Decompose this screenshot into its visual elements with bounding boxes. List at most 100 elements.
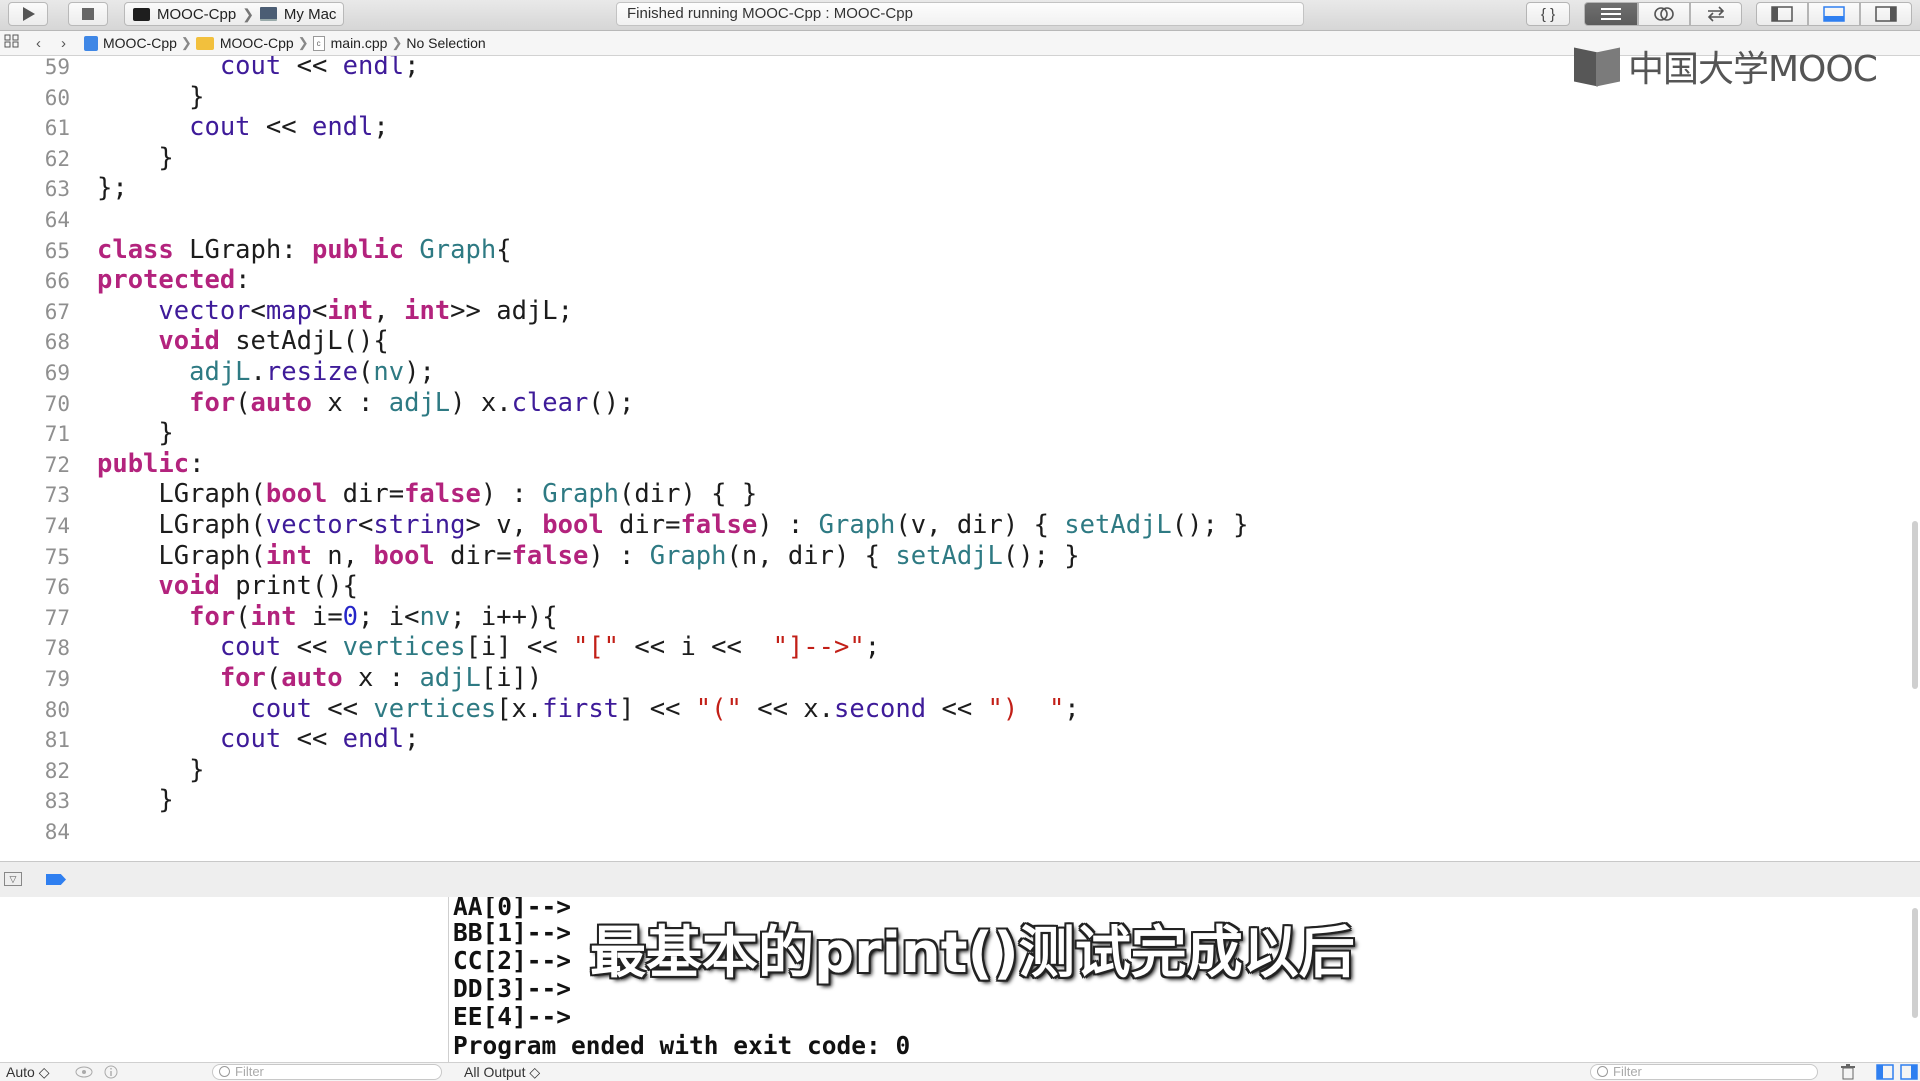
chevron-right-icon: ❯ [180,35,192,50]
code-line[interactable]: 63}; [0,173,1900,204]
breadcrumb-project[interactable]: MOOC-Cpp [103,35,177,51]
breakpoint-icon[interactable] [46,874,66,885]
arrows-swap-icon [1707,6,1725,22]
code-text: cout << endl; [219,724,420,755]
scheme-selector[interactable]: MOOC-Cpp ❯ My Mac [124,2,344,26]
output-selector[interactable]: All Output ◇ [464,1064,540,1081]
code-line[interactable]: 78 cout << vertices[i] << "[" << i << "]… [0,632,1900,663]
split-left-icon[interactable] [1876,1064,1894,1080]
rings-icon [1654,7,1674,21]
video-subtitle: 最基本的print()测试完成以后 [590,921,1355,986]
activity-view: Finished running MOOC-Cpp : MOOC-Cpp [616,2,1304,26]
line-number: 76 [44,575,70,600]
version-editor-button[interactable] [1690,2,1742,26]
breadcrumb-selection[interactable]: No Selection [406,35,485,51]
source-editor[interactable]: 59 cout << endl; 60 } 61 cout << endl; 62 }… [0,56,1920,860]
code-line[interactable]: 84 [0,816,1900,847]
split-right-icon[interactable] [1900,1064,1918,1080]
code-line[interactable]: 66 protected: [0,265,1900,296]
code-line[interactable]: 64 [0,204,1900,235]
editor-scrollbar[interactable] [1912,521,1918,689]
code-snippet-button[interactable]: { } [1526,2,1570,26]
line-number: 79 [44,667,70,691]
project-icon [84,35,98,51]
terminal-icon [133,7,150,21]
code-line[interactable]: 83 } [0,785,1900,816]
line-number: 68 [44,330,70,355]
assistant-editor-button[interactable] [1638,2,1690,26]
variables-filter[interactable]: Filter [212,1064,442,1080]
code-text: cout << vertices[x.first] << "(" << x.se… [250,693,1080,724]
code-text: adjL.resize(nv); [189,357,435,387]
code-line[interactable]: 71 } [0,418,1900,449]
code-line[interactable]: 76 void print(){ [0,571,1900,602]
back-arrow-icon[interactable]: ‹ [36,35,41,52]
folder-icon [195,36,214,50]
play-icon [23,7,35,21]
bottom-panel-icon [1823,6,1845,22]
line-number: 72 [44,452,70,477]
line-number: 83 [44,789,70,814]
line-number: 84 [44,820,70,844]
line-number: 63 [44,177,70,202]
code-line[interactable]: 61 cout << endl; [0,112,1900,143]
line-number: 75 [44,544,70,569]
code-line[interactable]: 79 for(auto x : adjL[i]) [0,663,1900,694]
console-filter[interactable]: Filter [1590,1064,1818,1080]
line-number: 65 [44,238,70,263]
watermark: 中国大学MOOC [1572,44,1878,90]
line-number: 82 [44,758,70,783]
trash-icon[interactable] [1840,1064,1856,1080]
scheme-name: MOOC-Cpp [157,5,237,23]
stop-button[interactable] [68,2,108,26]
code-text: for(auto x : adjL) x.clear(); [189,387,635,418]
toggle-debug-area-button[interactable] [1808,2,1860,26]
watermark-text: 中国大学MOOC [1628,49,1878,90]
chevron-right-icon: ❯ [242,5,254,22]
code-text: class LGraph: public Graph{ [97,234,512,265]
code-line[interactable]: 81 cout << endl; [0,724,1900,755]
console-scrollbar[interactable] [1912,908,1918,1018]
toggle-navigator-button[interactable] [1756,2,1808,26]
debug-bar: ▽ [0,861,1920,898]
run-button[interactable] [8,2,48,26]
code-line[interactable]: 77 for(int i=0; i<nv; i++){ [0,602,1900,633]
bottom-bar: Auto ◇ Filter All Output ◇ Filter [0,1062,1920,1081]
stop-icon [82,8,94,20]
code-text: cout << endl; [189,112,389,143]
code-text: LGraph(int n, bool dir=false) : Graph(n,… [97,540,1080,571]
code-line[interactable]: 67 vector<map<int, int>> adjL; [0,296,1900,327]
breadcrumb-group[interactable]: MOOC-Cpp [220,35,294,51]
standard-editor-button[interactable] [1584,2,1638,26]
code-line[interactable]: 62 } [0,143,1900,174]
code-text: protected: [97,265,251,296]
code-line[interactable]: 73 LGraph(bool dir=false) : Graph(dir) {… [0,479,1900,510]
collapse-debug-area-button[interactable]: ▽ [4,872,22,886]
code-line[interactable]: 69 adjL.resize(nv); [0,357,1900,388]
filter-icon [219,1066,230,1077]
code-line[interactable]: 82 } [0,755,1900,786]
breadcrumb-file[interactable]: main.cpp [331,35,388,51]
code-text: } [97,81,205,112]
code-line[interactable]: 72 public: [0,449,1900,480]
eye-icon[interactable] [74,1065,94,1079]
info-icon[interactable] [104,1065,118,1079]
code-text: } [97,142,174,173]
variables-view [0,897,449,1062]
code-text: }; [97,173,128,204]
code-line[interactable]: 80 cout << vertices[x.first] << "(" << x… [0,694,1900,725]
code-line[interactable]: 74 LGraph(vector<string> v, bool dir=fal… [0,510,1900,541]
forward-arrow-icon[interactable]: › [61,35,66,52]
filter-placeholder: Filter [235,1064,264,1079]
code-line[interactable]: 75 LGraph(int n, bool dir=false) : Graph… [0,541,1900,572]
line-number: 73 [44,483,70,508]
auto-variables-popup[interactable]: Auto ◇ [6,1064,49,1081]
related-items-icon[interactable] [4,34,20,52]
code-line[interactable]: 68 void setAdjL(){ [0,326,1900,357]
filter-icon [1597,1066,1608,1077]
code-line[interactable]: 65 class LGraph: public Graph{ [0,235,1900,266]
braces-icon: { } [1540,5,1556,23]
code-line[interactable]: 70 for(auto x : adjL) x.clear(); [0,388,1900,419]
line-number: 59 [44,56,70,79]
toggle-utilities-button[interactable] [1860,2,1912,26]
